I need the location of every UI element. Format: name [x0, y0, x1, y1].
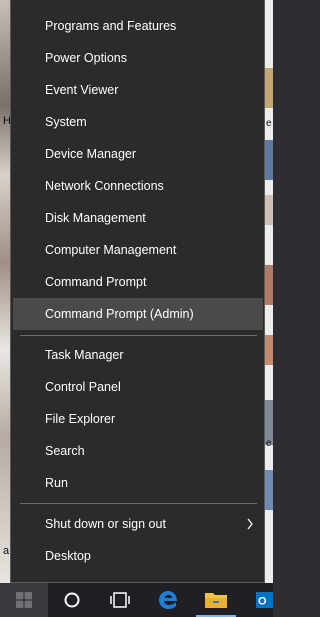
menu-item-control-panel[interactable]: Control Panel	[13, 371, 263, 403]
desktop-thumbnail	[265, 265, 273, 305]
desktop-background-left: H a	[0, 0, 11, 583]
menu-item-network-connections[interactable]: Network Connections	[13, 170, 263, 202]
menu-item-file-explorer[interactable]: File Explorer	[13, 403, 263, 435]
task-view-button[interactable]	[96, 583, 144, 617]
start-button[interactable]	[0, 583, 48, 617]
svg-text:O: O	[258, 596, 267, 608]
power-user-menu: Programs and Features Power Options Even…	[10, 0, 265, 583]
desktop-thumbnail	[265, 470, 273, 510]
menu-item-power-options[interactable]: Power Options	[13, 42, 263, 74]
menu-item-shut-down-or-sign-out[interactable]: Shut down or sign out	[13, 508, 263, 540]
desktop-text-fragment: e	[266, 438, 272, 449]
taskbar: O	[0, 583, 273, 617]
menu-item-device-manager[interactable]: Device Manager	[13, 138, 263, 170]
desktop-thumbnail	[265, 68, 273, 108]
menu-item-command-prompt[interactable]: Command Prompt	[13, 266, 263, 298]
desktop-background-right: e e	[265, 0, 273, 583]
edge-taskbar-button[interactable]	[144, 583, 192, 617]
chevron-right-icon	[247, 518, 253, 530]
desktop-thumbnail	[265, 195, 273, 225]
menu-item-computer-management[interactable]: Computer Management	[13, 234, 263, 266]
menu-item-event-viewer[interactable]: Event Viewer	[13, 74, 263, 106]
menu-separator	[20, 335, 257, 336]
menu-item-command-prompt-admin[interactable]: Command Prompt (Admin)	[13, 298, 263, 330]
desktop-thumbnail	[265, 335, 273, 365]
menu-item-programs-and-features[interactable]: Programs and Features	[13, 10, 263, 42]
file-explorer-icon	[205, 593, 227, 608]
cortana-button[interactable]	[48, 583, 96, 617]
file-explorer-taskbar-button[interactable]	[192, 583, 240, 617]
desktop-text-fragment: a	[3, 545, 10, 557]
menu-item-task-manager[interactable]: Task Manager	[13, 339, 263, 371]
menu-separator	[20, 503, 257, 504]
desktop-thumbnail	[265, 140, 273, 180]
cortana-search-icon	[64, 592, 80, 608]
menu-item-desktop[interactable]: Desktop	[13, 540, 263, 572]
menu-item-run[interactable]: Run	[13, 467, 263, 499]
menu-item-system[interactable]: System	[13, 106, 263, 138]
outlook-taskbar-button[interactable]: O	[240, 583, 273, 617]
task-view-icon	[110, 592, 130, 608]
desktop-text-fragment: e	[266, 118, 272, 129]
menu-item-disk-management[interactable]: Disk Management	[13, 202, 263, 234]
edge-browser-icon	[159, 591, 177, 609]
windows-start-icon	[16, 592, 32, 608]
menu-item-search[interactable]: Search	[13, 435, 263, 467]
menu-item-label: Shut down or sign out	[45, 517, 166, 531]
outlook-icon: O	[256, 592, 273, 608]
